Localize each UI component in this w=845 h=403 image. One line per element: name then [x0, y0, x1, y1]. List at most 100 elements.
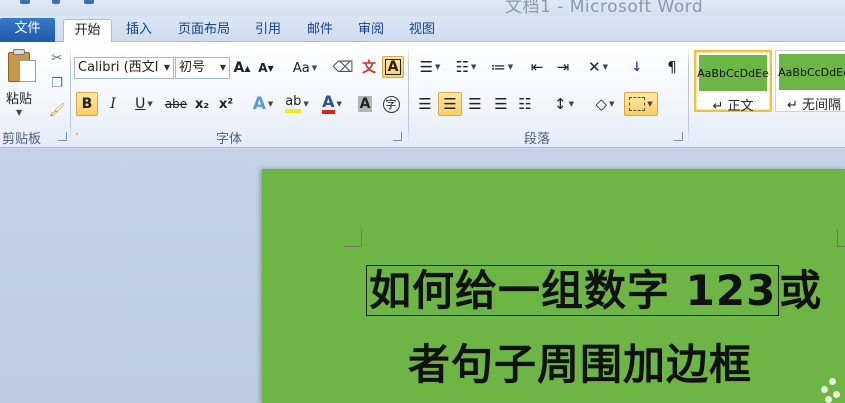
- bordered-text[interactable]: 如何给一组数字 123: [366, 265, 780, 316]
- text-run: 或: [779, 266, 823, 315]
- character-shading-icon: A: [357, 96, 373, 112]
- format-painter-icon[interactable]: 🖌: [48, 102, 66, 118]
- decorative-dots: [815, 374, 845, 403]
- text-digits: 123: [685, 266, 777, 315]
- redo-icon[interactable]: [84, 0, 94, 4]
- ribbon-home: 粘贴 ▼ ✂ ❐ 🖌 剪贴板 Calibri (西文I ▼ 初号 ▼ A ▲ A ▼…: [0, 42, 845, 148]
- bullets-button[interactable]: ☰ ▼: [414, 56, 446, 78]
- text-effects-icon: A: [252, 94, 266, 114]
- font-name-box[interactable]: Calibri (西文I ▼: [74, 57, 174, 79]
- character-border-button[interactable]: A: [382, 56, 404, 78]
- line-spacing-icon: ↕: [554, 95, 567, 113]
- shrink-font-button[interactable]: A ▼: [258, 58, 274, 78]
- tab-references[interactable]: 引用: [253, 19, 283, 42]
- document-page[interactable]: 如何给一组数字 123或 者句子周围加边框: [262, 169, 845, 403]
- chinese-layout-button[interactable]: ✕ ▼: [582, 56, 614, 78]
- style-preview: AaBbCcDdEe: [697, 55, 769, 91]
- show-marks-icon[interactable]: ¶: [662, 56, 682, 78]
- character-shading-button[interactable]: A: [354, 92, 376, 116]
- paste-dropdown-icon[interactable]: ▼: [16, 108, 22, 117]
- ribbon-tabs: 文件 开始 插入 页面布局 引用 邮件 审阅 视图: [0, 16, 845, 42]
- shading-button[interactable]: ◇ ▼: [590, 92, 620, 116]
- tab-review[interactable]: 审阅: [356, 19, 386, 42]
- quick-access-toolbar[interactable]: [0, 0, 110, 8]
- tab-insert[interactable]: 插入: [124, 19, 154, 42]
- grow-font-icon: A: [233, 60, 245, 76]
- font-color-icon: A: [322, 94, 335, 114]
- title-bar: 文档1 - Microsoft Word: [0, 0, 845, 16]
- document-text-line-2[interactable]: 者句子周围加边框: [408, 331, 752, 392]
- numbering-button[interactable]: ☷ ▼: [450, 56, 482, 78]
- superscript-button[interactable]: x²: [216, 92, 236, 116]
- style-preview: AaBbCcDdEe: [778, 54, 845, 90]
- sort-icon[interactable]: ↓: [626, 56, 648, 78]
- tab-view[interactable]: 视图: [407, 19, 437, 42]
- shrink-font-icon: A: [258, 61, 268, 75]
- clipboard-launcher-icon[interactable]: [58, 132, 67, 141]
- font-color-button[interactable]: A ▼: [316, 92, 348, 116]
- bold-button[interactable]: B: [76, 92, 98, 116]
- highlight-button[interactable]: ab ▼: [280, 92, 314, 116]
- grow-font-button[interactable]: A ▲: [233, 58, 251, 78]
- margin-mark: [344, 229, 362, 247]
- group-separator: [70, 46, 71, 144]
- chevron-down-icon[interactable]: ▼: [164, 58, 170, 78]
- underline-button[interactable]: U ▼: [128, 92, 160, 116]
- style-name: ↵ 无间隔: [786, 98, 842, 113]
- justify-icon[interactable]: ☰: [490, 92, 512, 116]
- group-separator: [408, 46, 409, 144]
- document-area[interactable]: 如何给一组数字 123或 者句子周围加边框: [0, 149, 845, 403]
- tab-mailings[interactable]: 邮件: [305, 19, 335, 42]
- clear-format-icon[interactable]: ⌫: [332, 56, 354, 78]
- group-label-clipboard: 剪贴板: [2, 132, 42, 147]
- tab-home[interactable]: 开始: [63, 19, 112, 42]
- change-case-button[interactable]: Aa ▼: [290, 58, 320, 78]
- paste-icon[interactable]: [5, 46, 39, 84]
- underline-icon: U: [135, 96, 146, 112]
- enclose-characters-button[interactable]: 字: [380, 92, 402, 116]
- numbered-list-icon: ☷: [455, 58, 470, 76]
- paragraph-launcher-icon[interactable]: [674, 132, 683, 141]
- save-icon[interactable]: [20, 0, 30, 4]
- borders-button[interactable]: ▼: [624, 92, 658, 116]
- paint-bucket-icon: ◇: [595, 95, 608, 113]
- align-right-icon[interactable]: ☰: [464, 92, 486, 116]
- align-left-icon[interactable]: ☰: [414, 92, 436, 116]
- line-spacing-button[interactable]: ↕ ▼: [548, 92, 580, 116]
- style-name: ↵ 正文: [712, 99, 754, 114]
- text-run: 如何给一组数字: [369, 266, 686, 315]
- highlight-icon: ab: [285, 95, 302, 113]
- bullet-list-icon: ☰: [419, 58, 434, 76]
- border-icon: [629, 97, 646, 111]
- multilevel-list-button[interactable]: ≔ ▼: [486, 56, 518, 78]
- tab-file[interactable]: 文件: [0, 18, 55, 42]
- strikethrough-button[interactable]: abe: [164, 92, 188, 116]
- group-label-font: 字体: [216, 132, 243, 147]
- decrease-indent-icon[interactable]: ⇤: [526, 56, 548, 78]
- phonetic-guide-icon[interactable]: 文: [358, 56, 380, 78]
- change-case-icon: Aa: [292, 60, 310, 76]
- chevron-down-icon[interactable]: ▼: [220, 58, 226, 78]
- group-label-paragraph: 段落: [524, 132, 551, 147]
- align-center-icon[interactable]: ☰: [438, 92, 462, 116]
- font-size-value: 初号: [179, 60, 206, 75]
- tab-page-layout[interactable]: 页面布局: [176, 19, 232, 42]
- cut-icon[interactable]: ✂: [48, 50, 66, 66]
- text-effects-button[interactable]: A ▼: [248, 92, 278, 116]
- document-text-line-1[interactable]: 如何给一组数字 123或: [366, 257, 822, 318]
- paste-button-label[interactable]: 粘贴: [6, 88, 32, 107]
- x: [76, 133, 78, 135]
- italic-button[interactable]: I: [104, 92, 122, 116]
- font-launcher-icon[interactable]: [393, 132, 402, 141]
- margin-mark: [837, 229, 845, 247]
- undo-icon[interactable]: [52, 0, 60, 4]
- distributed-icon[interactable]: ☷: [514, 92, 536, 116]
- enclose-characters-icon: 字: [382, 95, 400, 113]
- chinese-layout-icon: ✕: [588, 58, 601, 76]
- style-normal[interactable]: AaBbCcDdEe ↵ 正文: [694, 50, 772, 114]
- increase-indent-icon[interactable]: ⇥: [552, 56, 574, 78]
- style-no-spacing[interactable]: AaBbCcDdEe ↵ 无间隔: [775, 50, 845, 113]
- font-size-box[interactable]: 初号 ▼: [175, 57, 230, 79]
- subscript-button[interactable]: x₂: [192, 92, 212, 116]
- copy-icon[interactable]: ❐: [48, 75, 66, 91]
